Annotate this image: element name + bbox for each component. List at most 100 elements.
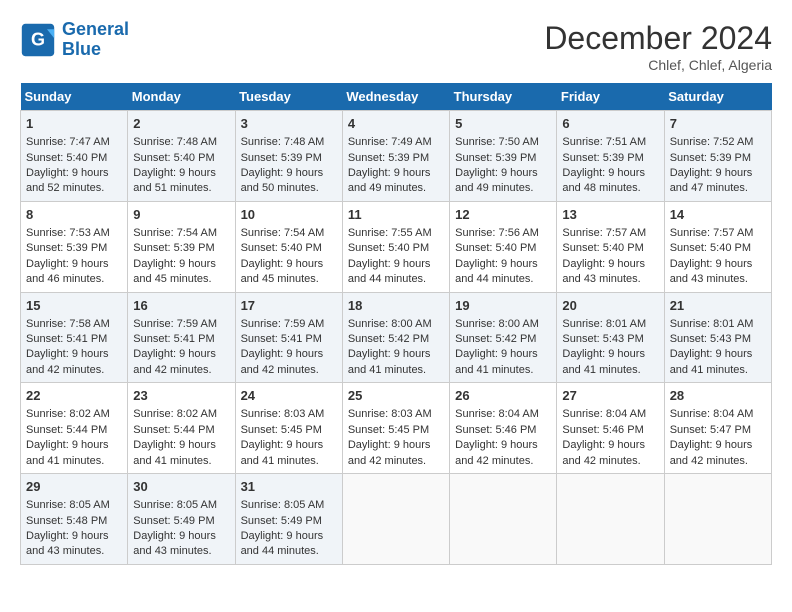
sunrise-label: Sunrise: 7:56 AM	[455, 227, 539, 239]
sunset-label: Sunset: 5:41 PM	[241, 333, 322, 345]
day-number: 4	[348, 115, 444, 133]
sunrise-label: Sunrise: 8:05 AM	[133, 499, 217, 511]
daylight-label: Daylight: 9 hours and 41 minutes.	[455, 348, 538, 375]
day-number: 8	[26, 206, 122, 224]
calendar-cell: 16 Sunrise: 7:59 AM Sunset: 5:41 PM Dayl…	[128, 292, 235, 383]
day-number: 12	[455, 206, 551, 224]
header-monday: Monday	[128, 83, 235, 111]
day-number: 18	[348, 297, 444, 315]
sunset-label: Sunset: 5:40 PM	[455, 242, 536, 254]
sunrise-label: Sunrise: 7:53 AM	[26, 227, 110, 239]
daylight-label: Daylight: 9 hours and 42 minutes.	[133, 348, 216, 375]
sunrise-label: Sunrise: 8:05 AM	[26, 499, 110, 511]
sunset-label: Sunset: 5:39 PM	[670, 152, 751, 164]
calendar-cell: 6 Sunrise: 7:51 AM Sunset: 5:39 PM Dayli…	[557, 111, 664, 202]
calendar-cell	[557, 474, 664, 565]
sunset-label: Sunset: 5:40 PM	[241, 242, 322, 254]
calendar-row: 29 Sunrise: 8:05 AM Sunset: 5:48 PM Dayl…	[21, 474, 772, 565]
day-number: 21	[670, 297, 766, 315]
sunrise-label: Sunrise: 8:01 AM	[562, 318, 646, 330]
day-number: 27	[562, 387, 658, 405]
calendar-cell: 7 Sunrise: 7:52 AM Sunset: 5:39 PM Dayli…	[664, 111, 771, 202]
sunset-label: Sunset: 5:40 PM	[26, 152, 107, 164]
calendar-cell: 12 Sunrise: 7:56 AM Sunset: 5:40 PM Dayl…	[450, 201, 557, 292]
day-number: 5	[455, 115, 551, 133]
day-number: 7	[670, 115, 766, 133]
sunrise-label: Sunrise: 8:04 AM	[455, 408, 539, 420]
sunrise-label: Sunrise: 8:04 AM	[670, 408, 754, 420]
daylight-label: Daylight: 9 hours and 43 minutes.	[670, 258, 753, 285]
sunrise-label: Sunrise: 7:54 AM	[241, 227, 325, 239]
sunrise-label: Sunrise: 7:59 AM	[241, 318, 325, 330]
daylight-label: Daylight: 9 hours and 42 minutes.	[26, 348, 109, 375]
day-number: 10	[241, 206, 337, 224]
daylight-label: Daylight: 9 hours and 43 minutes.	[26, 530, 109, 557]
calendar-cell: 26 Sunrise: 8:04 AM Sunset: 5:46 PM Dayl…	[450, 383, 557, 474]
weekday-header-row: Sunday Monday Tuesday Wednesday Thursday…	[21, 83, 772, 111]
daylight-label: Daylight: 9 hours and 42 minutes.	[241, 348, 324, 375]
calendar-cell	[450, 474, 557, 565]
day-number: 2	[133, 115, 229, 133]
daylight-label: Daylight: 9 hours and 41 minutes.	[133, 439, 216, 466]
sunset-label: Sunset: 5:39 PM	[562, 152, 643, 164]
daylight-label: Daylight: 9 hours and 41 minutes.	[348, 348, 431, 375]
calendar-cell: 5 Sunrise: 7:50 AM Sunset: 5:39 PM Dayli…	[450, 111, 557, 202]
logo: G General Blue	[20, 20, 129, 60]
calendar-cell: 28 Sunrise: 8:04 AM Sunset: 5:47 PM Dayl…	[664, 383, 771, 474]
sunset-label: Sunset: 5:39 PM	[241, 152, 322, 164]
sunrise-label: Sunrise: 7:57 AM	[562, 227, 646, 239]
daylight-label: Daylight: 9 hours and 46 minutes.	[26, 258, 109, 285]
calendar-cell: 29 Sunrise: 8:05 AM Sunset: 5:48 PM Dayl…	[21, 474, 128, 565]
day-number: 17	[241, 297, 337, 315]
calendar-cell: 13 Sunrise: 7:57 AM Sunset: 5:40 PM Dayl…	[557, 201, 664, 292]
sunset-label: Sunset: 5:46 PM	[562, 424, 643, 436]
day-number: 11	[348, 206, 444, 224]
sunset-label: Sunset: 5:41 PM	[133, 333, 214, 345]
title-block: December 2024 Chlef, Chlef, Algeria	[544, 20, 772, 73]
calendar-cell	[342, 474, 449, 565]
day-number: 22	[26, 387, 122, 405]
day-number: 24	[241, 387, 337, 405]
calendar-table: Sunday Monday Tuesday Wednesday Thursday…	[20, 83, 772, 565]
calendar-cell: 18 Sunrise: 8:00 AM Sunset: 5:42 PM Dayl…	[342, 292, 449, 383]
daylight-label: Daylight: 9 hours and 41 minutes.	[562, 348, 645, 375]
daylight-label: Daylight: 9 hours and 42 minutes.	[562, 439, 645, 466]
sunset-label: Sunset: 5:39 PM	[348, 152, 429, 164]
sunset-label: Sunset: 5:45 PM	[241, 424, 322, 436]
calendar-cell: 27 Sunrise: 8:04 AM Sunset: 5:46 PM Dayl…	[557, 383, 664, 474]
sunrise-label: Sunrise: 7:51 AM	[562, 136, 646, 148]
day-number: 3	[241, 115, 337, 133]
daylight-label: Daylight: 9 hours and 50 minutes.	[241, 167, 324, 194]
calendar-cell: 8 Sunrise: 7:53 AM Sunset: 5:39 PM Dayli…	[21, 201, 128, 292]
sunset-label: Sunset: 5:43 PM	[670, 333, 751, 345]
sunset-label: Sunset: 5:41 PM	[26, 333, 107, 345]
header-wednesday: Wednesday	[342, 83, 449, 111]
daylight-label: Daylight: 9 hours and 41 minutes.	[670, 348, 753, 375]
sunset-label: Sunset: 5:47 PM	[670, 424, 751, 436]
header-friday: Friday	[557, 83, 664, 111]
calendar-cell: 21 Sunrise: 8:01 AM Sunset: 5:43 PM Dayl…	[664, 292, 771, 383]
calendar-cell: 24 Sunrise: 8:03 AM Sunset: 5:45 PM Dayl…	[235, 383, 342, 474]
day-number: 28	[670, 387, 766, 405]
sunrise-label: Sunrise: 7:50 AM	[455, 136, 539, 148]
sunrise-label: Sunrise: 8:02 AM	[26, 408, 110, 420]
sunrise-label: Sunrise: 7:54 AM	[133, 227, 217, 239]
month-title: December 2024	[544, 20, 772, 57]
day-number: 26	[455, 387, 551, 405]
calendar-cell: 2 Sunrise: 7:48 AM Sunset: 5:40 PM Dayli…	[128, 111, 235, 202]
calendar-row: 22 Sunrise: 8:02 AM Sunset: 5:44 PM Dayl…	[21, 383, 772, 474]
daylight-label: Daylight: 9 hours and 43 minutes.	[562, 258, 645, 285]
daylight-label: Daylight: 9 hours and 49 minutes.	[348, 167, 431, 194]
day-number: 14	[670, 206, 766, 224]
sunset-label: Sunset: 5:40 PM	[562, 242, 643, 254]
daylight-label: Daylight: 9 hours and 45 minutes.	[241, 258, 324, 285]
sunrise-label: Sunrise: 7:52 AM	[670, 136, 754, 148]
daylight-label: Daylight: 9 hours and 48 minutes.	[562, 167, 645, 194]
calendar-cell: 25 Sunrise: 8:03 AM Sunset: 5:45 PM Dayl…	[342, 383, 449, 474]
daylight-label: Daylight: 9 hours and 42 minutes.	[348, 439, 431, 466]
day-number: 23	[133, 387, 229, 405]
daylight-label: Daylight: 9 hours and 47 minutes.	[670, 167, 753, 194]
calendar-row: 15 Sunrise: 7:58 AM Sunset: 5:41 PM Dayl…	[21, 292, 772, 383]
sunset-label: Sunset: 5:45 PM	[348, 424, 429, 436]
calendar-cell: 4 Sunrise: 7:49 AM Sunset: 5:39 PM Dayli…	[342, 111, 449, 202]
